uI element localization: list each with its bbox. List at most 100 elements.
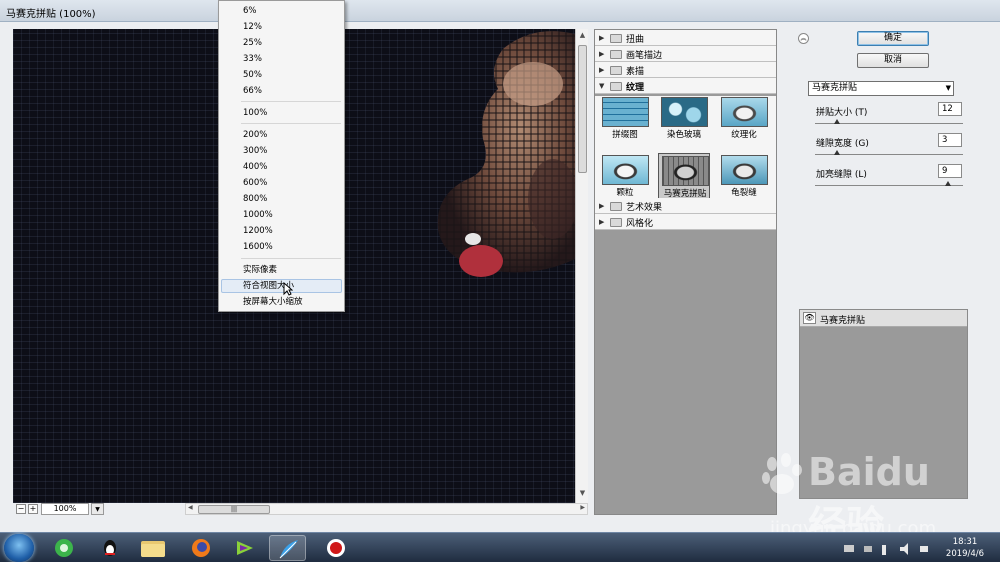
zoom-option[interactable]: 600%: [221, 176, 342, 190]
browser-icon: [55, 539, 73, 557]
folder-icon: [610, 202, 622, 211]
zoom-value-field[interactable]: 100%: [41, 503, 89, 515]
zoom-option[interactable]: 1200%: [221, 224, 342, 238]
expand-arrow-icon[interactable]: ▶: [599, 66, 604, 74]
scroll-right-arrow-icon[interactable]: ▶: [580, 504, 585, 511]
category-artistic[interactable]: ▶ 艺术效果: [595, 198, 776, 214]
collapse-gallery-icon[interactable]: ︽: [798, 33, 809, 44]
zoom-option[interactable]: 33%: [221, 52, 342, 66]
zoom-option[interactable]: 66%: [221, 84, 342, 98]
zoom-option[interactable]: 800%: [221, 192, 342, 206]
taskbar: 18:31 2019/4/6: [0, 532, 1000, 562]
folder-icon: [610, 218, 622, 227]
expand-arrow-icon[interactable]: ▶: [599, 202, 604, 210]
zoom-option[interactable]: 300%: [221, 144, 342, 158]
thumb-image: [602, 97, 649, 127]
grout-width-label: 缝隙宽度 (G): [816, 139, 869, 149]
start-button[interactable]: [4, 534, 34, 562]
filter-thumb-stained-glass[interactable]: 染色玻璃: [658, 95, 710, 147]
taskbar-app-explorer[interactable]: [134, 535, 171, 561]
zoom-option[interactable]: 25%: [221, 36, 342, 50]
grout-width-field[interactable]: 3: [938, 133, 962, 147]
filter-controls-panel: ︽ 确定 取消 马赛克拼贴 ▼ 拼贴大小 (T) 12 缝隙宽度 (G) 3 加…: [782, 29, 1000, 515]
category-label: 素描: [626, 67, 645, 77]
zoom-option[interactable]: 6%: [221, 4, 342, 18]
thumb-image: [662, 156, 709, 186]
category-label: 画笔描边: [626, 51, 663, 61]
effect-layer-row[interactable]: 👁 马赛克拼贴: [800, 310, 967, 327]
zoom-option[interactable]: 200%: [221, 128, 342, 142]
folder-icon: [610, 66, 622, 75]
eye-icon[interactable]: 👁: [803, 312, 816, 324]
title-bar: 马赛克拼贴 (100%): [0, 0, 1000, 22]
scroll-down-arrow-icon[interactable]: ▼: [577, 489, 588, 501]
chevron-down-icon: ▼: [945, 84, 951, 92]
taskbar-app-qq[interactable]: [92, 535, 129, 561]
horizontal-scrollbar-thumb[interactable]: |||: [198, 505, 270, 514]
folder-icon: [141, 541, 165, 557]
qq-penguin-icon: [104, 540, 116, 556]
baidu-watermark: Baidu 经验 jingyan.baidu.com: [760, 450, 960, 547]
system-tray: [840, 537, 940, 561]
expand-arrow-icon[interactable]: ▶: [599, 34, 604, 42]
thumb-image: [602, 155, 649, 185]
category-label: 风格化: [626, 219, 654, 229]
fit-screen-option[interactable]: 按屏幕大小缩放: [221, 295, 342, 309]
zoom-option[interactable]: 1600%: [221, 240, 342, 254]
texture-thumbnails: 拼缀图 染色玻璃 纹理化 颗粒 马赛克拼贴 龟裂缝: [595, 96, 776, 214]
filter-gallery: ▶ 扭曲 ▶ 画笔描边 ▶ 素描 ▼ 纹理 拼缀图 染色玻璃 纹理化 颗粒 马赛…: [594, 29, 777, 515]
zoom-in-button[interactable]: +: [28, 504, 38, 514]
category-sketch[interactable]: ▶ 素描: [595, 62, 776, 78]
tile-size-slider-handle[interactable]: [834, 119, 841, 124]
grout-width-slider-handle[interactable]: [834, 150, 841, 155]
open-folder-icon: [610, 82, 622, 91]
actual-pixels-option[interactable]: 实际像素: [221, 263, 342, 277]
scrollbar-thumb[interactable]: [578, 45, 587, 173]
category-texture[interactable]: ▼ 纹理: [595, 78, 776, 94]
folder-icon: [610, 34, 622, 43]
clock-time: 18:31: [952, 537, 978, 547]
preview-vertical-scrollbar[interactable]: ▲ ▼: [575, 29, 588, 503]
filter-thumb-patchwork[interactable]: 拼缀图: [599, 95, 651, 147]
preview-horizontal-scrollbar[interactable]: ◀ ||| ▶: [185, 503, 588, 515]
tile-size-label: 拼贴大小 (T): [816, 108, 868, 118]
filter-thumb-texturizer[interactable]: 纹理化: [718, 95, 770, 147]
taskbar-app-photoshop[interactable]: [269, 535, 306, 561]
zoom-option[interactable]: 100%: [221, 106, 342, 120]
taskbar-app-firefox[interactable]: [183, 535, 220, 561]
fit-view-option[interactable]: 符合视图大小: [221, 279, 342, 293]
ok-button[interactable]: 确定: [857, 31, 929, 46]
lighten-grout-field[interactable]: 9: [938, 164, 962, 178]
category-distort[interactable]: ▶ 扭曲: [595, 30, 776, 46]
tile-size-field[interactable]: 12: [938, 102, 962, 116]
zoom-option[interactable]: 50%: [221, 68, 342, 82]
paw-logo-icon: [762, 453, 802, 494]
lighten-grout-slider-handle[interactable]: [945, 181, 952, 186]
taskbar-app-media-player[interactable]: [226, 535, 263, 561]
lighten-grout-slider[interactable]: [815, 185, 963, 186]
thumb-caption: 拼缀图: [612, 130, 638, 140]
effect-layer-name: 马赛克拼贴: [820, 316, 866, 326]
clock-date: 2019/4/6: [945, 549, 985, 559]
scroll-left-arrow-icon[interactable]: ◀: [188, 504, 193, 511]
cancel-button[interactable]: 取消: [857, 53, 929, 68]
zoom-option[interactable]: 12%: [221, 20, 342, 34]
expand-arrow-icon[interactable]: ▶: [599, 50, 604, 58]
zoom-out-button[interactable]: −: [16, 504, 26, 514]
zoom-dropdown-button[interactable]: ▼: [91, 503, 104, 515]
expand-arrow-icon[interactable]: ▶: [599, 218, 604, 226]
taskbar-app-360-browser[interactable]: [46, 535, 83, 561]
zoom-option[interactable]: 400%: [221, 160, 342, 174]
collapse-arrow-icon[interactable]: ▼: [599, 82, 604, 90]
zoom-menu: 6% 12% 25% 33% 50% 66% 100% 200% 300% 40…: [218, 0, 345, 312]
category-stylize[interactable]: ▶ 风格化: [595, 214, 776, 230]
media-player-icon: [237, 541, 253, 555]
lighten-grout-label: 加亮缝隙 (L): [816, 170, 867, 180]
scroll-up-arrow-icon[interactable]: ▲: [577, 31, 588, 43]
tray-icons: [844, 543, 928, 555]
taskbar-app-recorder[interactable]: [318, 535, 355, 561]
system-clock[interactable]: 18:31 2019/4/6: [940, 536, 990, 560]
filter-select[interactable]: 马赛克拼贴 ▼: [808, 81, 954, 96]
category-brush-strokes[interactable]: ▶ 画笔描边: [595, 46, 776, 62]
zoom-option[interactable]: 1000%: [221, 208, 342, 222]
